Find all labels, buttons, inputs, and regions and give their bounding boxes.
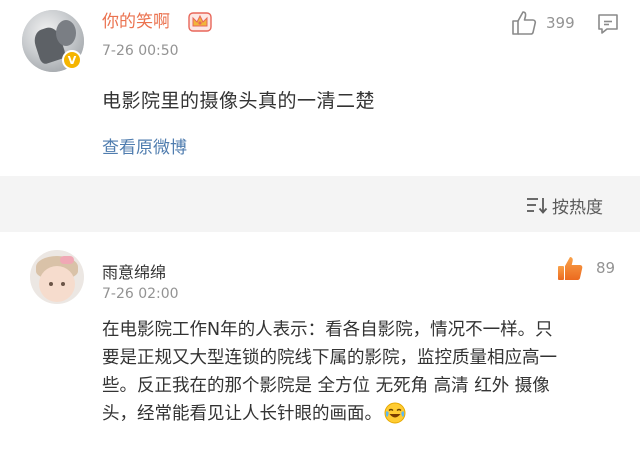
avatar[interactable] <box>30 250 84 304</box>
view-original-link[interactable]: 查看原微博 <box>102 133 187 158</box>
verified-badge-icon: V <box>62 50 82 70</box>
post-text: 电影院里的摄像头真的一清二楚 <box>102 90 376 112</box>
comment-item: 雨意绵绵 7-26 02:00 89 在电影院工作N年的人表示：看各自影院，情况… <box>0 232 640 450</box>
thumbs-up-icon[interactable] <box>510 9 538 37</box>
comment-text-line: 头，经常能看见让人长针眼的画面。 <box>102 404 382 424</box>
comment-text-line: 些。反正我在的那个影院是 全方位 无死角 高清 红外 摄像 <box>102 376 550 396</box>
comment-text-line: 在电影院工作N年的人表示：看各自影院，情况不一样。只 <box>102 320 553 340</box>
post-like-count: 399 <box>546 14 575 32</box>
comment-timestamp: 7-26 02:00 <box>102 286 179 302</box>
sort-bar: 按热度 <box>0 176 640 232</box>
laugh-cry-emoji-icon <box>384 402 406 424</box>
comment-like-count: 89 <box>596 259 616 277</box>
comment-icon[interactable] <box>596 12 620 36</box>
sort-by-hot-button[interactable]: 按热度 <box>552 193 603 218</box>
post-timestamp: 7-26 00:50 <box>102 43 179 59</box>
crown-icon <box>188 12 212 32</box>
post-username[interactable]: 你的笑啊 <box>102 11 170 33</box>
original-post: V 你的笑啊 7-26 00:50 399 电影院里的摄像头真的一清二楚 查看原… <box>0 0 640 176</box>
thumbs-up-filled-icon[interactable] <box>556 254 584 282</box>
comment-text: 在电影院工作N年的人表示：看各自影院，情况不一样。只 要是正规又大型连锁的院线下… <box>102 316 622 428</box>
comment-username[interactable]: 雨意绵绵 <box>102 259 166 283</box>
comment-text-line: 要是正规又大型连锁的院线下属的影院，监控质量相应高一 <box>102 348 557 368</box>
sort-icon[interactable] <box>526 196 548 214</box>
